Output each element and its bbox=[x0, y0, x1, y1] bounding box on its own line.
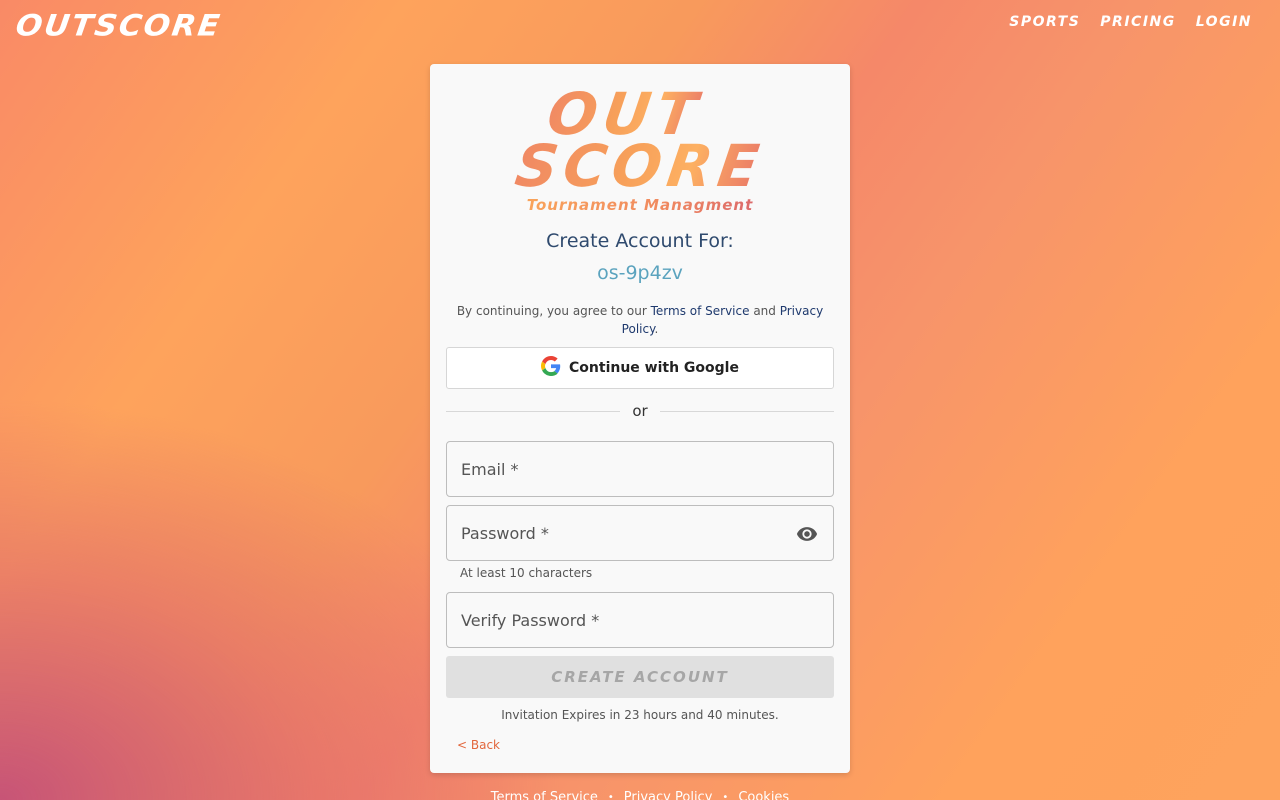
footer-terms-link[interactable]: Terms of Service bbox=[491, 790, 598, 800]
footer-links: Terms of Service • Privacy Policy • Cook… bbox=[0, 790, 1280, 800]
organization-id: os-9p4zv bbox=[597, 262, 683, 284]
password-field[interactable]: Password * bbox=[446, 505, 834, 561]
verify-password-label: Verify Password * bbox=[461, 610, 600, 630]
create-account-button[interactable]: CREATE ACCOUNT bbox=[446, 656, 834, 698]
terms-notice: By continuing, you agree to our Terms of… bbox=[450, 302, 830, 338]
nav-sports[interactable]: SPORTS bbox=[1009, 14, 1080, 30]
divider-line-left bbox=[446, 410, 621, 412]
create-account-card: OUT SCORE Tournament Managment Create Ac… bbox=[430, 64, 850, 773]
footer-cookies-link[interactable]: Cookies bbox=[738, 790, 789, 800]
eye-icon[interactable] bbox=[795, 523, 819, 549]
terms-prefix: By continuing, you agree to our bbox=[456, 304, 651, 318]
page-title: Create Account For: bbox=[546, 230, 734, 252]
terms-suffix: . bbox=[654, 322, 659, 336]
invitation-expiry-text: Invitation Expires in 23 hours and 40 mi… bbox=[501, 708, 779, 722]
email-field[interactable]: Email * bbox=[446, 441, 834, 497]
continue-with-google-button[interactable]: Continue with Google bbox=[446, 347, 834, 389]
divider-line-right bbox=[659, 410, 835, 412]
verify-password-field[interactable]: Verify Password * bbox=[446, 592, 834, 648]
terms-of-service-link[interactable]: Terms of Service bbox=[651, 304, 750, 318]
google-button-label: Continue with Google bbox=[569, 360, 739, 376]
footer-separator: • bbox=[722, 792, 729, 800]
password-helper-text: At least 10 characters bbox=[460, 566, 593, 580]
email-label: Email * bbox=[461, 459, 519, 479]
outscore-logo: OUT SCORE Tournament Managment bbox=[490, 80, 790, 218]
divider-text: or bbox=[632, 402, 648, 420]
nav-login[interactable]: LOGIN bbox=[1196, 14, 1252, 30]
brand-logo[interactable]: OUTSCORE bbox=[14, 9, 224, 43]
top-nav: SPORTS PRICING LOGIN bbox=[1009, 14, 1252, 30]
footer-privacy-link[interactable]: Privacy Policy bbox=[624, 790, 713, 800]
footer-separator: • bbox=[607, 792, 614, 800]
logo-word-score: SCORE bbox=[511, 132, 769, 200]
terms-and: and bbox=[749, 304, 780, 318]
google-icon bbox=[541, 356, 561, 380]
nav-pricing[interactable]: PRICING bbox=[1100, 14, 1175, 30]
back-link[interactable]: < Back bbox=[457, 738, 500, 752]
password-label: Password * bbox=[461, 523, 549, 543]
or-divider: or bbox=[446, 400, 835, 422]
